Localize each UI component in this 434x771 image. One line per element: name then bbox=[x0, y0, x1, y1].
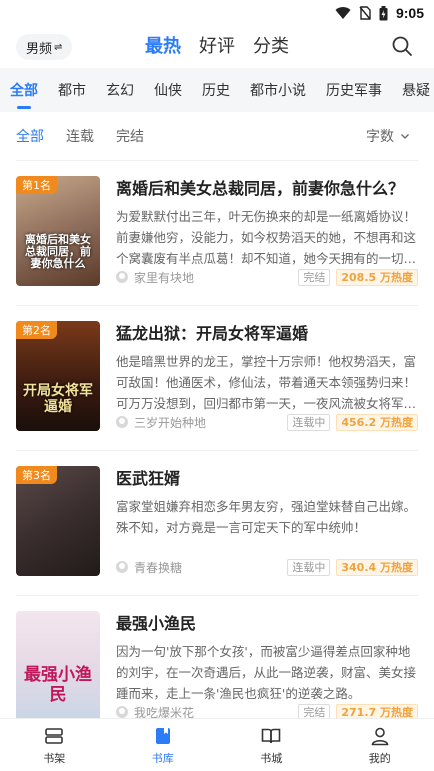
book-item[interactable]: 第3名 医武狂婿 富家堂姐嫌弃相恋多年男友穷，强迫堂妹替自己出嫁。殊不知，对方竟… bbox=[16, 450, 418, 595]
sort-label: 字数 bbox=[366, 129, 394, 145]
top-bar: 男频 ⇌ 最热 好评 分类 bbox=[0, 26, 434, 68]
book-list: 第1名 离婚后和美女总裁同居，前妻你急什么 离婚后和美女总裁同居，前妻你急什么？… bbox=[0, 160, 434, 740]
author-icon bbox=[116, 271, 128, 283]
category-history-military[interactable]: 历史军事 bbox=[326, 80, 382, 100]
cover-title: 最强小渔民 bbox=[24, 665, 92, 705]
tab-top-rated[interactable]: 好评 bbox=[199, 32, 235, 58]
book-description: 富家堂姐嫌弃相恋多年男友穷，强迫堂妹替自己出嫁。殊不知，对方竟是一言可定天下的军… bbox=[116, 499, 417, 535]
author-icon bbox=[116, 561, 128, 573]
book-description: 因为一句'放下那个女孩'，而被富少逼得差点回家种地的刘宇，在一次奇遇后，从此一路… bbox=[116, 644, 417, 701]
category-fantasy[interactable]: 玄幻 bbox=[106, 80, 134, 100]
book-meta: 青春换糖 连载中 340.4 万热度 bbox=[116, 558, 418, 576]
cover-title: 离婚后和美女总裁同居，前妻你急什么 bbox=[25, 233, 91, 270]
book-author: 三岁开始种地 bbox=[134, 415, 207, 430]
book-description: 他是暗黑世界的龙王，掌控十万宗师！他权势滔天，富可敌国！他通医术，修仙法，带着通… bbox=[116, 354, 417, 411]
status-badge: 连载中 bbox=[287, 558, 331, 576]
switch-arrows-icon: ⇌ bbox=[54, 41, 63, 53]
heat-badge: 456.2 万热度 bbox=[336, 413, 418, 431]
tab-label: 书架 bbox=[43, 751, 66, 765]
profile-icon bbox=[371, 727, 389, 745]
filter-row: 全部 连载 完结 字数 bbox=[0, 112, 434, 160]
chevron-down-icon bbox=[401, 134, 409, 139]
book-meta: 三岁开始种地 连载中 456.2 万热度 bbox=[116, 413, 418, 431]
clock: 9:05 bbox=[395, 5, 424, 21]
book-cover: 第2名 开局女将军逼婚 bbox=[16, 321, 100, 431]
book-cover: 最强小渔民 bbox=[16, 611, 100, 721]
book-info: 医武狂婿 富家堂姐嫌弃相恋多年男友穷，强迫堂妹替自己出嫁。殊不知，对方竟是一言可… bbox=[116, 466, 418, 576]
tab-label: 我的 bbox=[368, 751, 391, 765]
category-suspense[interactable]: 悬疑 bbox=[402, 80, 430, 100]
wifi-icon bbox=[335, 7, 351, 20]
category-strip: 全部 都市 玄幻 仙侠 历史 都市小说 历史军事 悬疑 bbox=[0, 68, 434, 112]
sort-word-count-button[interactable]: 字数 bbox=[366, 126, 410, 146]
cover-title: 开局女将军逼婚 bbox=[23, 383, 93, 415]
status-badge: 连载中 bbox=[287, 413, 331, 431]
tab-categories[interactable]: 分类 bbox=[253, 32, 289, 58]
search-icon[interactable] bbox=[390, 34, 414, 58]
category-urban-novel[interactable]: 都市小说 bbox=[250, 80, 306, 100]
author-icon bbox=[116, 416, 128, 428]
category-history[interactable]: 历史 bbox=[202, 80, 230, 100]
bottom-tab-bar: 书架 书库 书城 我的 bbox=[0, 718, 434, 771]
gender-switch-button[interactable]: 男频 ⇌ bbox=[16, 34, 73, 60]
bookstore-icon bbox=[261, 728, 281, 743]
book-cover: 第1名 离婚后和美女总裁同居，前妻你急什么 bbox=[16, 176, 100, 286]
book-author: 青春换糖 bbox=[134, 560, 183, 575]
bookshelf-icon bbox=[45, 727, 64, 744]
category-urban[interactable]: 都市 bbox=[58, 80, 86, 100]
rank-badge: 第2名 bbox=[16, 321, 57, 339]
book-info: 离婚后和美女总裁同居，前妻你急什么？ 为爱默默付出三年，叶无伤换来的却是一纸离婚… bbox=[116, 176, 418, 286]
tab-library[interactable]: 书库 bbox=[109, 719, 218, 771]
book-title: 最强小渔民 bbox=[116, 614, 197, 633]
book-info: 猛龙出狱：开局女将军逼婚 他是暗黑世界的龙王，掌控十万宗师！他权势滔天，富可敌国… bbox=[116, 321, 418, 431]
rank-badge: 第3名 bbox=[16, 466, 57, 484]
tab-bookstore[interactable]: 书城 bbox=[217, 719, 326, 771]
gender-label: 男频 bbox=[26, 41, 53, 57]
heat-badge: 340.4 万热度 bbox=[336, 558, 418, 576]
status-bar: 9:05 bbox=[0, 0, 434, 26]
category-xianxia[interactable]: 仙侠 bbox=[154, 80, 182, 100]
filter-serializing[interactable]: 连载 bbox=[66, 126, 94, 146]
book-item[interactable]: 第1名 离婚后和美女总裁同居，前妻你急什么 离婚后和美女总裁同居，前妻你急什么？… bbox=[16, 160, 418, 305]
status-badge: 完结 bbox=[298, 268, 331, 286]
tab-hottest[interactable]: 最热 bbox=[145, 32, 181, 58]
library-icon bbox=[155, 727, 170, 744]
book-description: 为爱默默付出三年，叶无伤换来的却是一纸离婚协议！前妻嫌他穷，没能力，如今权势滔天… bbox=[116, 209, 417, 266]
tab-profile[interactable]: 我的 bbox=[326, 719, 434, 771]
tab-label: 书库 bbox=[151, 751, 174, 765]
filter-all[interactable]: 全部 bbox=[16, 126, 44, 146]
heat-badge: 208.5 万热度 bbox=[336, 268, 418, 286]
category-all[interactable]: 全部 bbox=[10, 80, 38, 100]
book-author: 家里有块地 bbox=[134, 270, 195, 285]
book-item[interactable]: 第2名 开局女将军逼婚 猛龙出狱：开局女将军逼婚 他是暗黑世界的龙王，掌控十万宗… bbox=[16, 305, 418, 450]
battery-icon bbox=[379, 5, 388, 20]
book-title: 医武狂婿 bbox=[116, 469, 181, 488]
book-title: 猛龙出狱：开局女将军逼婚 bbox=[116, 324, 309, 343]
book-cover: 第3名 bbox=[16, 466, 100, 576]
book-info: 最强小渔民 因为一句'放下那个女孩'，而被富少逼得差点回家种地的刘宇，在一次奇遇… bbox=[116, 611, 418, 721]
filter-completed[interactable]: 完结 bbox=[116, 126, 144, 146]
author-icon bbox=[116, 706, 128, 718]
tab-label: 书城 bbox=[260, 751, 283, 765]
no-sim-icon bbox=[359, 6, 371, 20]
tab-bookshelf[interactable]: 书架 bbox=[0, 719, 109, 771]
book-title: 离婚后和美女总裁同居，前妻你急什么？ bbox=[116, 179, 405, 198]
book-meta: 家里有块地 完结 208.5 万热度 bbox=[116, 268, 418, 286]
rank-badge: 第1名 bbox=[16, 176, 57, 194]
